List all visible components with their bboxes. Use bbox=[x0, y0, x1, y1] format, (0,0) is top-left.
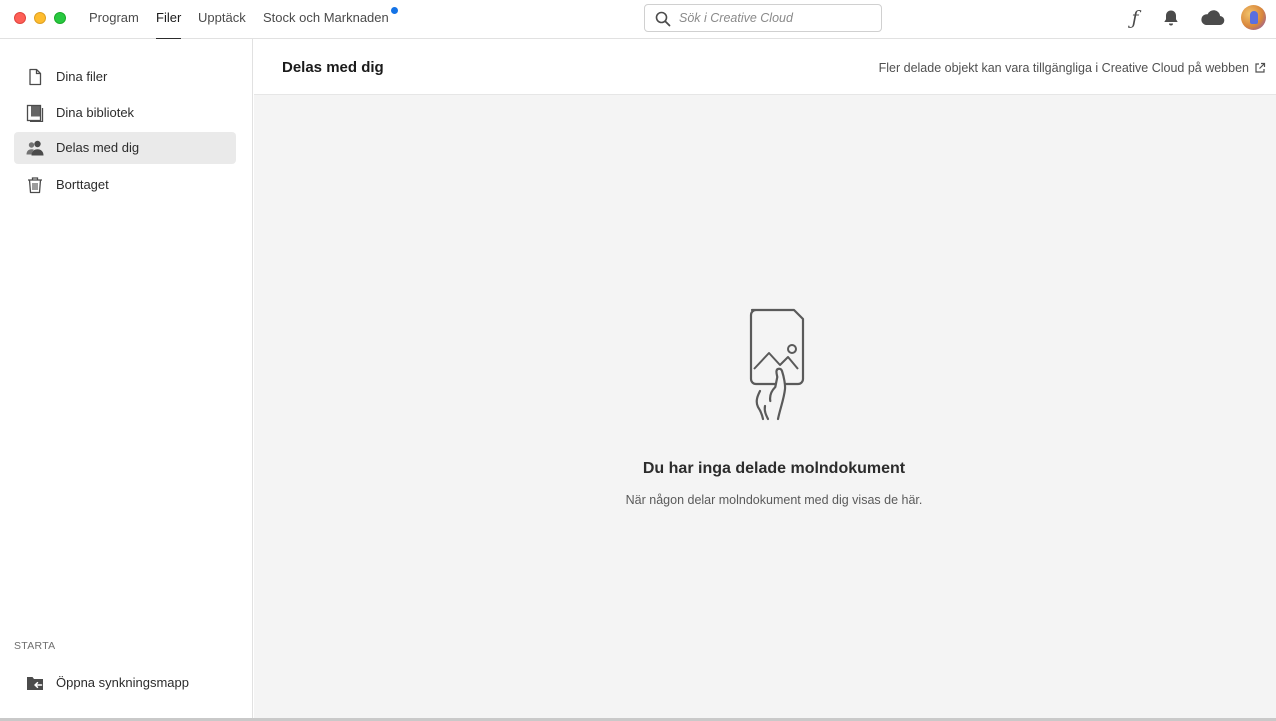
sync-folder-icon bbox=[27, 677, 43, 690]
sidebar-item-label: Dina bibliotek bbox=[56, 105, 135, 120]
hand-holding-image-document-icon bbox=[749, 308, 805, 421]
web-link-text: Fler delade objekt kan vara tillgängliga… bbox=[878, 61, 1249, 75]
empty-state-title: Du har inga delade molndokument bbox=[642, 460, 906, 477]
cloud-icon[interactable] bbox=[1199, 7, 1225, 29]
sidebar-item-label: Delas med dig bbox=[56, 140, 140, 155]
sidebar-item-borttaget[interactable]: Borttaget bbox=[14, 169, 236, 201]
tab-upptack[interactable]: Upptäck bbox=[198, 0, 246, 39]
content-header: Delas med dig Fler delade objekt kan var… bbox=[254, 39, 1276, 95]
search-box[interactable] bbox=[644, 4, 882, 32]
sidebar-item-label: Borttaget bbox=[56, 177, 109, 192]
title-bar: Program Filer Upptäck Stock och Marknade… bbox=[0, 0, 1276, 40]
main-content: Delas med dig Fler delade objekt kan var… bbox=[254, 39, 1276, 718]
search-input[interactable] bbox=[679, 8, 875, 28]
open-sync-folder-button[interactable]: Öppna synkningsmapp bbox=[14, 667, 236, 699]
window-close-button[interactable] bbox=[14, 12, 26, 24]
empty-state-subtitle: När någon delar molndokument med dig vis… bbox=[625, 493, 923, 507]
trash-icon bbox=[28, 177, 42, 194]
tab-stock-och-marknaden[interactable]: Stock och Marknaden bbox=[263, 0, 389, 39]
library-icon bbox=[26, 104, 44, 122]
tab-filer[interactable]: Filer bbox=[156, 0, 182, 40]
shared-people-icon bbox=[26, 140, 44, 156]
window-minimize-button[interactable] bbox=[34, 12, 46, 24]
section-label-starta: STARTA bbox=[14, 640, 56, 652]
sidebar-item-delas-med-dig[interactable]: Delas med dig bbox=[14, 132, 236, 164]
fonts-icon[interactable]: ƒ bbox=[1127, 7, 1143, 29]
avatar[interactable] bbox=[1241, 5, 1266, 30]
bell-icon[interactable] bbox=[1162, 7, 1180, 29]
notification-dot bbox=[391, 7, 398, 14]
tab-program[interactable]: Program bbox=[89, 0, 139, 39]
window-maximize-button[interactable] bbox=[54, 12, 66, 24]
sidebar-item-dina-filer[interactable]: Dina filer bbox=[14, 61, 236, 93]
search-icon bbox=[655, 11, 671, 27]
page-title: Delas med dig bbox=[282, 59, 384, 76]
sidebar: Dina filer Dina bibliotek Delas med dig … bbox=[0, 39, 253, 721]
sidebar-item-label: Öppna synkningsmapp bbox=[56, 675, 189, 690]
web-link[interactable]: Fler delade objekt kan vara tillgängliga… bbox=[879, 61, 1266, 75]
sidebar-item-dina-bibliotek[interactable]: Dina bibliotek bbox=[14, 97, 236, 129]
sidebar-item-label: Dina filer bbox=[56, 69, 108, 84]
file-icon bbox=[29, 68, 42, 86]
external-link-icon bbox=[1255, 62, 1266, 73]
